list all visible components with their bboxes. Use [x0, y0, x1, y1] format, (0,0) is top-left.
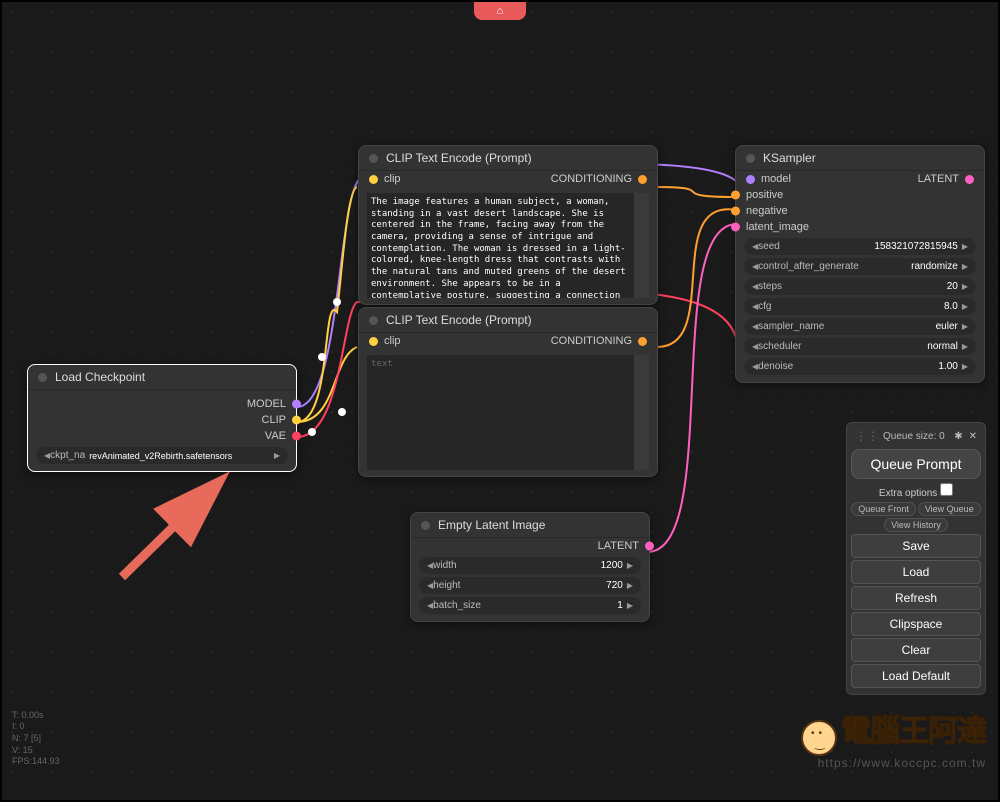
collapse-dot-icon[interactable]: [38, 373, 47, 382]
refresh-button[interactable]: Refresh: [851, 586, 981, 610]
stats-overlay: T: 0.00sI: 0N: 7 [5]V: 15FPS:144.93: [12, 710, 60, 768]
drag-grip-icon[interactable]: ⋮⋮: [855, 429, 879, 443]
node-header[interactable]: CLIP Text Encode (Prompt): [359, 308, 657, 333]
node-clip-text-encode-positive[interactable]: CLIP Text Encode (Prompt) clip CONDITION…: [358, 145, 658, 305]
width-widget[interactable]: ◀width1200▶: [419, 557, 641, 574]
node-header[interactable]: KSampler: [736, 146, 984, 171]
load-default-button[interactable]: Load Default: [851, 664, 981, 688]
clear-button[interactable]: Clear: [851, 638, 981, 662]
prompt-textarea[interactable]: text: [367, 355, 649, 470]
panel-header[interactable]: ⋮⋮ Queue size: 0 ✱ ✕: [851, 427, 981, 445]
node-header[interactable]: Load Checkpoint: [28, 365, 296, 390]
node-header[interactable]: Empty Latent Image: [411, 513, 649, 538]
output-clip[interactable]: CLIP: [28, 412, 296, 428]
node-load-checkpoint[interactable]: Load Checkpoint MODEL CLIP VAE ◀ckpt_nar…: [27, 364, 297, 472]
node-title: Load Checkpoint: [55, 370, 145, 384]
node-ksampler[interactable]: KSampler model LATENT positive negative …: [735, 145, 985, 383]
collapse-dot-icon[interactable]: [746, 154, 755, 163]
view-queue-button[interactable]: View Queue: [918, 502, 981, 516]
extra-options[interactable]: Extra options: [851, 483, 981, 499]
queue-prompt-button[interactable]: Queue Prompt: [851, 449, 981, 479]
scheduler-widget[interactable]: ◀schedulernormal▶: [744, 338, 976, 355]
slot-clip-cond[interactable]: clip CONDITIONING: [359, 333, 657, 349]
top-tab-handle[interactable]: ⌂: [474, 2, 526, 20]
node-title: Empty Latent Image: [438, 518, 545, 532]
ckpt-name-selector[interactable]: ◀ckpt_narevAnimated_v2Rebirth.safetensor…: [36, 447, 288, 464]
output-model[interactable]: MODEL: [28, 396, 296, 412]
prompt-textarea[interactable]: The image features a human subject, a wo…: [367, 193, 649, 298]
queue-front-button[interactable]: Queue Front: [851, 502, 916, 516]
steps-widget[interactable]: ◀steps20▶: [744, 278, 976, 295]
control-panel[interactable]: ⋮⋮ Queue size: 0 ✱ ✕ Queue Prompt Extra …: [846, 422, 986, 695]
close-icon[interactable]: ✕: [969, 431, 977, 442]
collapse-dot-icon[interactable]: [369, 316, 378, 325]
output-latent[interactable]: LATENT: [411, 538, 649, 554]
slot-model-latent[interactable]: model LATENT: [736, 171, 984, 187]
cfg-widget[interactable]: ◀cfg8.0▶: [744, 298, 976, 315]
watermark-face-icon: [801, 720, 837, 756]
extra-options-checkbox[interactable]: [940, 483, 953, 496]
input-latent-image[interactable]: latent_image: [736, 219, 984, 235]
node-title: CLIP Text Encode (Prompt): [386, 151, 532, 165]
save-button[interactable]: Save: [851, 534, 981, 558]
sampler-name-widget[interactable]: ◀sampler_nameeuler▶: [744, 318, 976, 335]
node-title: KSampler: [763, 151, 816, 165]
gear-icon[interactable]: ✱: [954, 431, 962, 442]
load-button[interactable]: Load: [851, 560, 981, 584]
output-vae[interactable]: VAE: [28, 428, 296, 444]
node-clip-text-encode-negative[interactable]: CLIP Text Encode (Prompt) clip CONDITION…: [358, 307, 658, 477]
denoise-widget[interactable]: ◀denoise1.00▶: [744, 358, 976, 375]
seed-widget[interactable]: ◀seed158321072815945▶: [744, 238, 976, 255]
height-widget[interactable]: ◀height720▶: [419, 577, 641, 594]
queue-size-label: Queue size: 0: [883, 431, 948, 442]
node-title: CLIP Text Encode (Prompt): [386, 313, 532, 327]
collapse-dot-icon[interactable]: [421, 521, 430, 530]
node-header[interactable]: CLIP Text Encode (Prompt): [359, 146, 657, 171]
control-after-generate-widget[interactable]: ◀control_after_generaterandomize▶: [744, 258, 976, 275]
input-negative[interactable]: negative: [736, 203, 984, 219]
watermark: 電腦王阿達 https://www.koccpc.com.tw: [801, 706, 986, 770]
view-history-button[interactable]: View History: [884, 518, 948, 532]
collapse-dot-icon[interactable]: [369, 154, 378, 163]
batch-size-widget[interactable]: ◀batch_size1▶: [419, 597, 641, 614]
clipspace-button[interactable]: Clipspace: [851, 612, 981, 636]
node-empty-latent-image[interactable]: Empty Latent Image LATENT ◀width1200▶ ◀h…: [410, 512, 650, 622]
input-positive[interactable]: positive: [736, 187, 984, 203]
slot-clip-cond[interactable]: clip CONDITIONING: [359, 171, 657, 187]
